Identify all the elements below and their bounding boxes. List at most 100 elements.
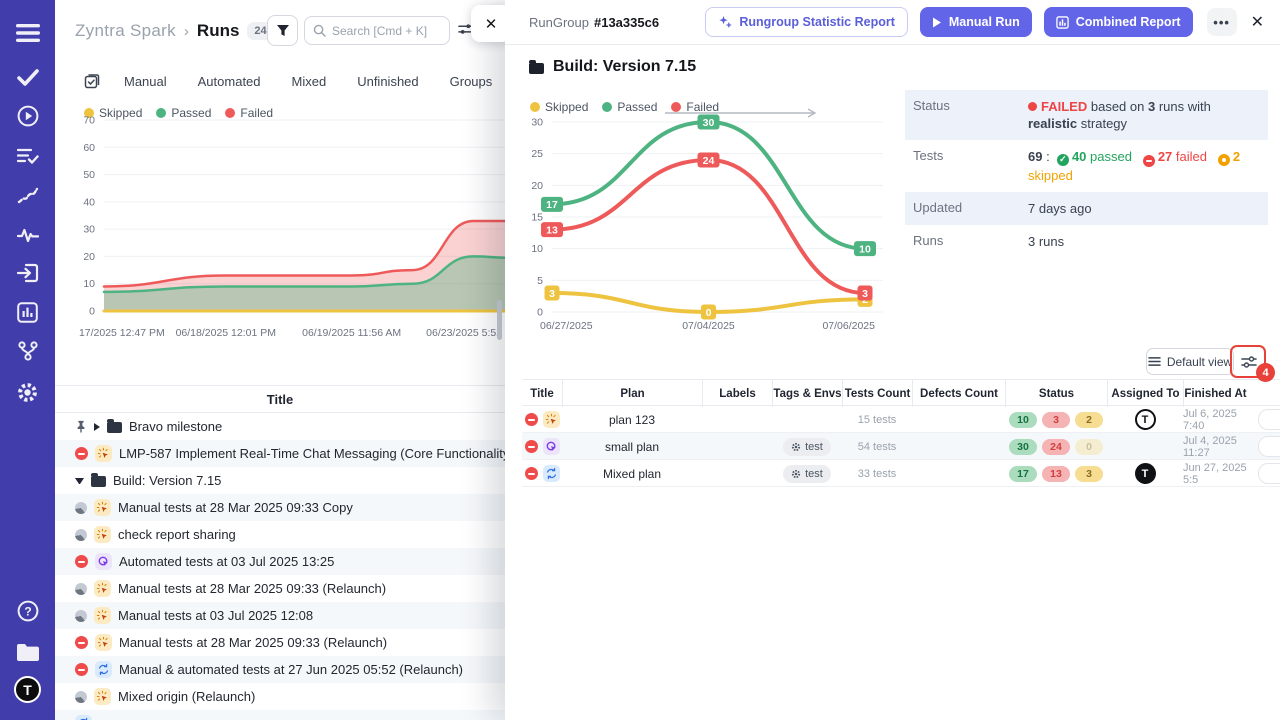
chevron-right-icon[interactable] — [94, 423, 100, 431]
status-failed-dot — [1028, 102, 1037, 111]
tag-pill[interactable]: test — [783, 465, 831, 483]
group-run-row[interactable]: Mixed plantest33 tests17133TJun 27, 2025… — [522, 460, 1280, 487]
default-view-button[interactable]: Default view — [1146, 348, 1234, 375]
run-list-item[interactable]: Manual & automated tests at 27 Jun 2025 … — [55, 656, 505, 683]
run-list-item[interactable]: Manual tests at 28 Mar 2025 09:33 (Relau… — [55, 575, 505, 602]
legend-skipped[interactable]: Skipped — [530, 100, 588, 114]
assignee-avatar[interactable]: T — [1135, 409, 1156, 430]
run-list-item[interactable]: Build: Version 7.15 — [55, 467, 505, 494]
plan-cell: Mixed plan — [562, 460, 702, 487]
run-list-item[interactable]: LMP-587 Implement Real-Time Chat Messagi… — [55, 440, 505, 467]
run-list-item[interactable]: Manual tests at 03 Jul 2025 12:08 — [55, 602, 505, 629]
tab-automated[interactable]: Automated — [198, 74, 261, 89]
assigned-cell: T — [1107, 460, 1183, 487]
run-list-item[interactable]: Manual tests at 28 Mar 2025 09:33 (Relau… — [55, 629, 505, 656]
passed-count-pill: 10 — [1009, 412, 1037, 428]
run-list-item[interactable]: Mixed origin (Relaunch) — [55, 683, 505, 710]
tab-unfinished[interactable]: Unfinished — [357, 74, 418, 89]
run-list-item[interactable]: Manual tests at 28 Mar 2025 09:33 Copy — [55, 494, 505, 521]
combined-report-button[interactable]: Combined Report — [1044, 7, 1193, 37]
column-header-labels[interactable]: Labels — [702, 380, 772, 407]
rungroup-title: Build: Version 7.15 — [529, 58, 696, 76]
git-branch-icon[interactable] — [0, 336, 55, 366]
run-list-item[interactable]: Bravo milestone — [55, 413, 505, 440]
column-header-title[interactable]: Title — [522, 380, 562, 407]
play-circle-icon[interactable] — [0, 101, 55, 131]
row-actions-button[interactable] — [1258, 463, 1280, 484]
manual-run-button[interactable]: Manual Run — [920, 7, 1032, 37]
column-header-assigned-to[interactable]: Assigned To — [1107, 380, 1183, 407]
row-actions-button[interactable] — [1258, 409, 1280, 430]
status-cell: 1032 — [1005, 406, 1107, 433]
row-actions-button[interactable] — [1258, 436, 1280, 457]
run-list-item[interactable]: check report sharing — [55, 521, 505, 548]
legend-passed[interactable]: Passed — [602, 100, 657, 114]
svg-text:30: 30 — [703, 117, 715, 129]
svg-text:40: 40 — [83, 196, 95, 208]
more-actions-button[interactable]: ••• — [1207, 8, 1237, 36]
tests-count-cell: 15 tests — [842, 406, 912, 433]
steps-icon[interactable] — [0, 180, 55, 210]
legend-failed[interactable]: Failed — [671, 100, 719, 114]
breadcrumb-page[interactable]: Runs — [197, 21, 240, 41]
plan-cell: small plan — [562, 433, 702, 460]
mixed-run-icon — [95, 661, 112, 678]
manual-run-icon — [95, 634, 112, 651]
run-list-item[interactable]: Automated tests at 03 Jul 2025 13:25 — [55, 548, 505, 575]
legend-dot — [602, 102, 612, 112]
run-title: Manual tests at 03 Jul 2025 12:08 — [118, 608, 313, 623]
column-header-tests-count[interactable]: Tests Count — [842, 380, 912, 407]
menu-icon[interactable] — [0, 18, 55, 48]
column-header-plan[interactable]: Plan — [562, 380, 702, 407]
group-run-row[interactable]: plan 12315 tests1032TJul 6, 2025 7:40 — [522, 406, 1280, 433]
scrollbar[interactable] — [497, 300, 502, 340]
user-avatar[interactable]: T — [14, 676, 41, 703]
tag-pill[interactable]: test — [783, 438, 831, 456]
drawer-close-icon[interactable]: ✕ — [1251, 12, 1264, 32]
failed-status-icon — [525, 413, 538, 426]
svg-text:06/27/2025: 06/27/2025 — [540, 320, 593, 332]
failed-count-pill: 24 — [1042, 439, 1070, 455]
failed-status-icon — [75, 636, 88, 649]
manual-run-icon — [94, 580, 111, 597]
run-title: check report sharing — [118, 527, 236, 542]
group-run-row[interactable]: small plantest54 tests30240Jul 4, 2025 1… — [522, 433, 1280, 460]
help-icon[interactable]: ? — [0, 596, 55, 626]
column-header-defects-count[interactable]: Defects Count — [912, 380, 1005, 407]
sign-in-icon[interactable] — [0, 258, 55, 288]
tab-manual[interactable]: Manual — [124, 74, 167, 89]
svg-text:17: 17 — [546, 199, 558, 211]
assignee-avatar[interactable]: T — [1135, 463, 1156, 484]
filter-button[interactable] — [267, 15, 298, 46]
list-check-icon[interactable] — [0, 141, 55, 171]
rungroup-statistic-report-button[interactable]: Rungroup Statistic Report — [705, 7, 908, 37]
column-header-status[interactable]: Status — [1005, 380, 1107, 407]
search-input[interactable]: Search [Cmd + K] — [304, 16, 450, 45]
chevron-down-icon[interactable] — [75, 478, 84, 484]
runs-tabs: Manual Automated Mixed Unfinished Groups… — [84, 68, 505, 94]
tab-groups[interactable]: Groups — [450, 74, 493, 89]
finished-at-cell: Jul 6, 2025 7:40 — [1183, 406, 1247, 433]
svg-text:0: 0 — [706, 307, 712, 319]
passed-count-pill: 30 — [1009, 439, 1037, 455]
automated-run-icon — [95, 553, 112, 570]
svg-text:10: 10 — [531, 243, 543, 255]
column-header-tags-envs[interactable]: Tags & Envs — [772, 380, 842, 407]
gear-icon[interactable] — [0, 377, 55, 407]
folder-icon — [91, 476, 106, 487]
close-icon[interactable]: ✕ — [471, 5, 505, 42]
folder-icon[interactable] — [0, 637, 55, 667]
column-header-finished-at[interactable]: Finished At — [1183, 380, 1247, 407]
activity-icon[interactable] — [0, 220, 55, 250]
check-icon[interactable] — [0, 62, 55, 92]
gear-icon — [791, 442, 801, 452]
select-all-icon[interactable] — [84, 73, 100, 89]
breadcrumb-project[interactable]: Zyntra Spark — [75, 21, 176, 41]
svg-text:10: 10 — [859, 243, 871, 255]
svg-text:07/04/2025: 07/04/2025 — [682, 320, 735, 332]
bar-chart-icon[interactable] — [0, 297, 55, 327]
annotation-number-badge: 4 — [1256, 363, 1275, 382]
tab-mixed[interactable]: Mixed — [292, 74, 327, 89]
run-type-cell — [522, 406, 562, 433]
run-list-item[interactable] — [55, 710, 505, 720]
